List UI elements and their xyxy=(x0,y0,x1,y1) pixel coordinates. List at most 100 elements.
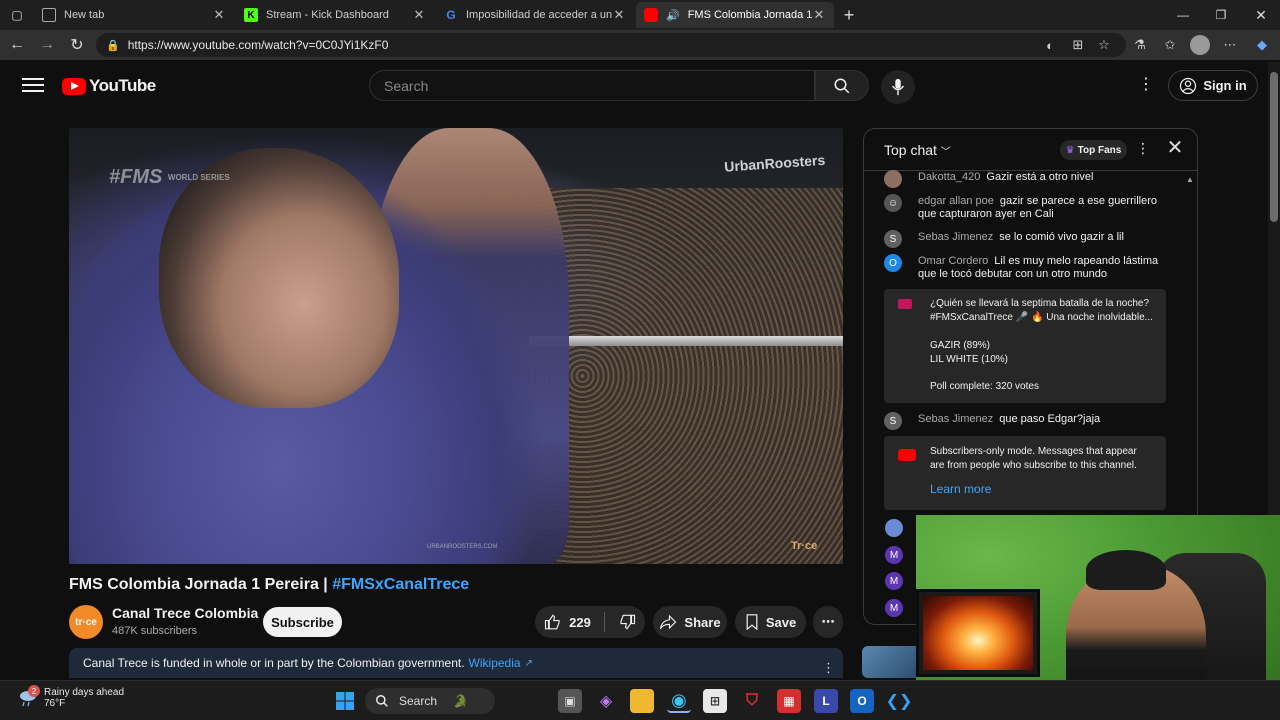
chat-scroll-up-icon[interactable]: ▲ xyxy=(1186,175,1194,184)
minimize-icon[interactable]: — xyxy=(1168,4,1198,26)
scrollbar-thumb[interactable] xyxy=(1270,72,1278,222)
address-bar-row: ← → ↻ 🔒 https://www.youtube.com/watch?v=… xyxy=(0,30,1280,60)
app-available-icon[interactable]: ⊞ xyxy=(1068,35,1088,55)
tv-screen xyxy=(916,589,1040,677)
extensions-icon[interactable]: ⚗ xyxy=(1130,35,1150,55)
channel-avatar[interactable]: tr·ce xyxy=(69,605,103,639)
more-options-icon[interactable]: ⋮ xyxy=(1136,74,1156,96)
recommended-thumbnail[interactable] xyxy=(862,646,922,678)
chat-input-avatar[interactable] xyxy=(885,519,903,537)
chat-mode-dropdown[interactable]: Top chat ﹀ xyxy=(884,142,951,158)
security-shield-icon[interactable]: ⛉ xyxy=(740,689,764,713)
red-app-icon[interactable]: ▦ xyxy=(777,689,801,713)
vscode-icon[interactable]: ❮❯ xyxy=(886,689,913,713)
speaker-icon[interactable]: 🔊 xyxy=(666,9,680,22)
voice-search-button[interactable] xyxy=(881,70,915,104)
tab-close-icon[interactable]: ✕ xyxy=(212,7,226,23)
chat-menu-icon[interactable]: ⋮ xyxy=(1136,140,1150,157)
file-explorer-icon[interactable] xyxy=(630,689,654,713)
chat-close-icon[interactable]: ✕ xyxy=(1164,137,1186,159)
tab-close-icon[interactable]: ✕ xyxy=(812,7,826,23)
weather-text: Rainy days ahead xyxy=(44,687,125,698)
copilot-app-icon[interactable]: ◈ xyxy=(594,689,618,713)
like-divider xyxy=(603,612,605,632)
tab-close-icon[interactable]: ✕ xyxy=(612,7,626,23)
share-button[interactable]: Share xyxy=(653,606,727,638)
learn-more-link[interactable]: Learn more xyxy=(930,482,991,496)
more-actions-button[interactable]: ⋯ xyxy=(813,606,843,638)
tab-close-icon[interactable]: ✕ xyxy=(412,7,426,23)
task-view-icon[interactable]: ▣ xyxy=(558,689,582,713)
profile-avatar-icon[interactable] xyxy=(1190,35,1210,55)
bookmark-icon xyxy=(746,614,758,630)
poll-status: Poll complete: 320 votes xyxy=(930,381,1039,392)
thumbs-up-icon[interactable] xyxy=(544,613,562,631)
back-icon[interactable]: ← xyxy=(6,34,28,56)
tab-actions-icon[interactable]: ▢ xyxy=(2,4,32,26)
chat-avatar[interactable]: ☺ xyxy=(884,194,902,212)
forward-icon[interactable]: → xyxy=(36,34,58,56)
youtube-notice-icon xyxy=(898,449,916,461)
chat-avatar[interactable]: S xyxy=(884,230,902,248)
window-close-icon[interactable]: ✕ xyxy=(1246,4,1276,26)
microsoft-store-icon[interactable]: ⊞ xyxy=(703,689,727,713)
search-input[interactable]: Search xyxy=(369,70,815,101)
tab-kick-dashboard[interactable]: K Stream - Kick Dashboard ✕ xyxy=(236,2,434,28)
search-icon xyxy=(376,695,388,707)
top-fans-button[interactable]: ♛ Top Fans xyxy=(1060,140,1127,160)
tab-imposibilidad[interactable]: G Imposibilidad de acceder a un pr ✕ xyxy=(436,2,634,28)
chat-avatar[interactable]: O xyxy=(884,254,902,272)
chat-avatar[interactable]: M xyxy=(885,546,903,564)
video-player[interactable]: #FMS WORLD SERIES UrbanRoosters URBANROO… xyxy=(69,128,843,564)
share-icon xyxy=(660,614,677,630)
fms-watermark: #FMS WORLD SERIES xyxy=(109,166,230,188)
url-field[interactable]: 🔒 https://www.youtube.com/watch?v=0C0JYi… xyxy=(96,33,1126,57)
hamburger-menu-icon[interactable] xyxy=(22,74,44,96)
l-app-icon[interactable]: L xyxy=(814,689,838,713)
kick-icon: K xyxy=(244,8,258,22)
chat-message: S Sebas Jimenez se lo comió vivo gazir a … xyxy=(884,230,1174,248)
taskbar-search[interactable]: Search 🐊 xyxy=(365,688,495,714)
windows-taskbar: 2 Rainy days ahead 76°F Search 🐊 ▣ ◈ ◉ ⊞… xyxy=(0,680,1280,720)
favorite-star-icon[interactable]: ☆ xyxy=(1094,35,1114,55)
thumbs-down-icon[interactable] xyxy=(618,613,636,631)
windows-start-icon[interactable] xyxy=(333,689,357,713)
edge-browser-icon[interactable]: ◉ xyxy=(667,689,691,713)
youtube-logo[interactable]: YouTube xyxy=(62,76,156,96)
weather-temp: 76°F xyxy=(44,698,66,709)
weather-widget[interactable]: 2 Rainy days ahead 76°F xyxy=(18,685,125,709)
read-aloud-icon[interactable]: ◐ xyxy=(1040,35,1060,55)
favorites-icon[interactable]: ✩ xyxy=(1160,35,1180,55)
new-tab-plus-icon[interactable]: + xyxy=(834,4,864,26)
rain-cloud-icon: 2 xyxy=(18,685,40,707)
search-button[interactable] xyxy=(815,70,869,101)
chat-avatar[interactable]: S xyxy=(884,412,902,430)
url-text: https://www.youtube.com/watch?v=0C0JYi1K… xyxy=(127,38,389,52)
maximize-icon[interactable]: ❐ xyxy=(1206,4,1236,26)
chat-avatar[interactable]: M xyxy=(885,572,903,590)
wikipedia-link[interactable]: Wikipedia xyxy=(469,656,521,670)
chat-message: S Sebas Jimenez que paso Edgar?jaja xyxy=(884,412,1174,430)
crown-icon: ♛ xyxy=(1065,144,1075,156)
video-hashtag-link[interactable]: #FMSxCanalTrece xyxy=(332,576,469,593)
lock-icon: 🔒 xyxy=(106,39,120,52)
browser-menu-icon[interactable]: ⋯ xyxy=(1220,35,1240,55)
youtube-header: YouTube Search ⋮ Sign in xyxy=(0,62,1268,108)
tab-fms-colombia[interactable]: 🔊 FMS Colombia Jornada 1 Pe ✕ xyxy=(636,2,834,28)
youtube-play-icon xyxy=(62,77,86,95)
search-highlight-icon: 🐊 xyxy=(453,694,468,708)
like-count[interactable]: 229 xyxy=(569,615,591,630)
sign-in-button[interactable]: Sign in xyxy=(1168,70,1258,101)
refresh-icon[interactable]: ↻ xyxy=(66,34,88,56)
chat-avatar[interactable]: M xyxy=(885,599,903,617)
subscribe-button[interactable]: Subscribe xyxy=(263,607,342,637)
banner-menu-icon[interactable]: ⋮ xyxy=(822,660,835,676)
outlook-icon[interactable]: O xyxy=(850,689,874,713)
chat-message: O Omar Cordero Lil es muy melo rapeando l… xyxy=(884,254,1174,281)
channel-name[interactable]: Canal Trece Colombia xyxy=(112,605,258,621)
account-icon xyxy=(1180,77,1197,94)
tab-new-tab[interactable]: New tab ✕ xyxy=(34,2,234,28)
save-button[interactable]: Save xyxy=(735,606,806,638)
chat-avatar[interactable] xyxy=(884,170,902,188)
copilot-icon[interactable]: ◆ xyxy=(1252,35,1272,55)
